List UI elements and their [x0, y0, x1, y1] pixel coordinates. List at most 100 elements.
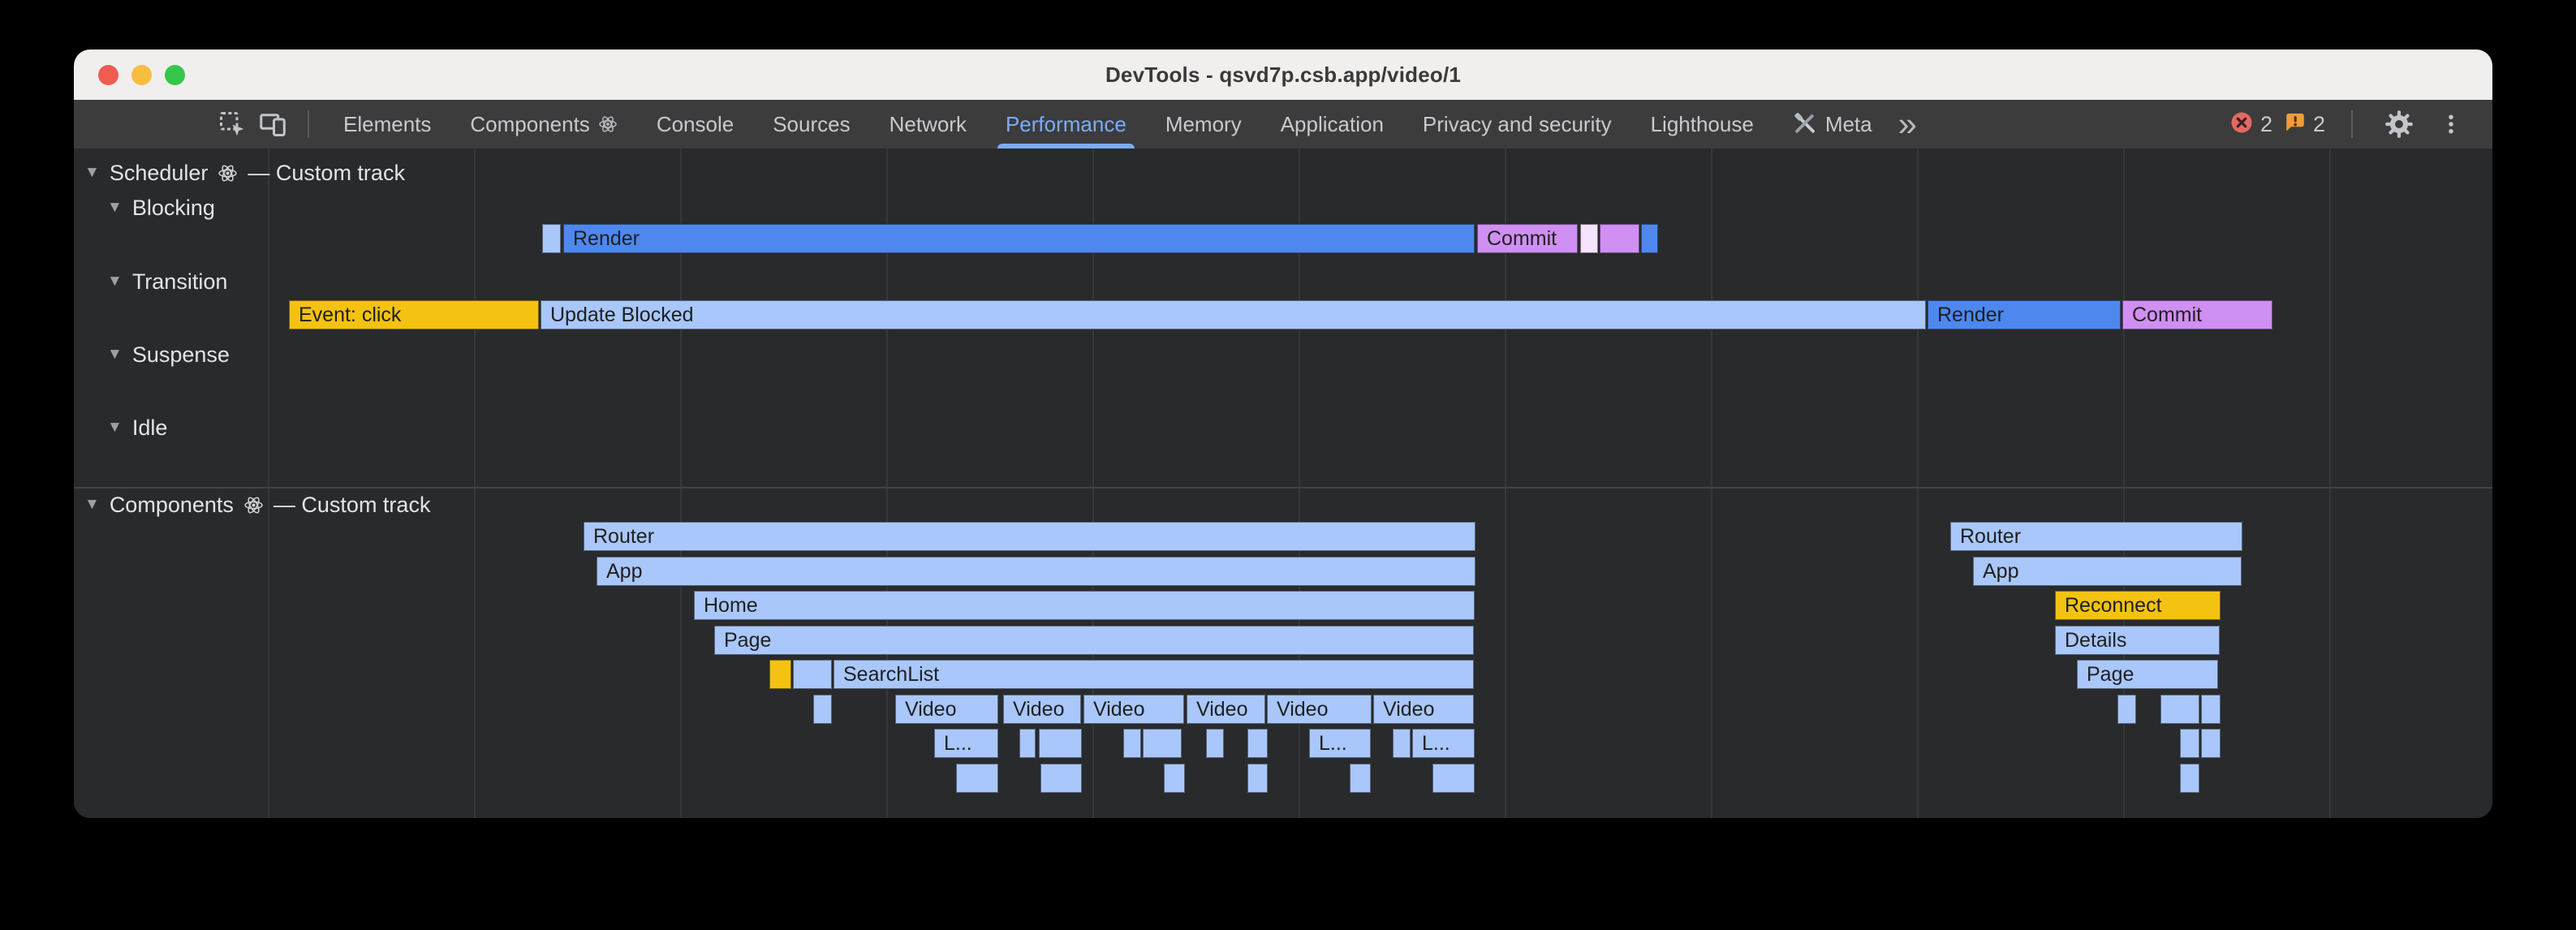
collapse-triangle-icon[interactable]: ▼ — [107, 346, 123, 364]
flame-bar[interactable] — [1164, 764, 1185, 793]
track-label-suffix: — Custom track — [274, 493, 431, 518]
more-tabs-icon[interactable]: » — [1898, 100, 1917, 149]
inspect-element-icon[interactable] — [212, 104, 252, 144]
flame-bar-label: Video — [1004, 698, 1065, 721]
flame-bar[interactable] — [1393, 729, 1411, 758]
collapse-triangle-icon[interactable]: ▼ — [107, 419, 123, 437]
gridline — [1917, 149, 1919, 818]
flame-bar[interactable] — [542, 224, 561, 253]
flame-bar-render[interactable]: Render — [1928, 300, 2121, 329]
track-row-suspense[interactable]: ▼Suspense — [107, 338, 230, 371]
flame-bar-home[interactable]: Home — [694, 591, 1475, 620]
gridline — [474, 149, 476, 818]
track-row-blocking[interactable]: ▼Blocking — [107, 192, 215, 224]
settings-gear-icon[interactable] — [2379, 104, 2419, 144]
flame-bar-searchlist[interactable]: SearchList — [834, 660, 1474, 689]
flame-bar-details[interactable]: Details — [2055, 626, 2220, 655]
tab-console[interactable]: Console — [637, 100, 753, 149]
flame-bar[interactable] — [1641, 224, 1658, 253]
tab-label: Application — [1281, 112, 1384, 137]
flame-bar[interactable] — [1350, 764, 1371, 793]
track-header-components[interactable]: ▼Components— Custom track — [84, 489, 430, 521]
flame-bar-event-click[interactable]: Event: click — [289, 300, 539, 329]
console-errors-badge[interactable]: 2 — [2229, 110, 2272, 139]
flame-bar-render[interactable]: Render — [563, 224, 1475, 253]
tab-network[interactable]: Network — [870, 100, 986, 149]
flame-bar[interactable] — [2201, 729, 2221, 758]
flame-bar[interactable] — [2160, 695, 2199, 724]
flame-bar-video[interactable]: Video — [895, 695, 998, 724]
tab-memory[interactable]: Memory — [1146, 100, 1261, 149]
tab-meta[interactable]: Meta — [1773, 100, 1892, 149]
flame-bar-label: L... — [1413, 732, 1450, 756]
flame-bar[interactable] — [1432, 764, 1475, 793]
flame-bar[interactable] — [1019, 729, 1036, 758]
collapse-triangle-icon[interactable]: ▼ — [84, 496, 100, 514]
flame-bar-l[interactable]: L... — [934, 729, 998, 758]
track-header-scheduler[interactable]: ▼Scheduler— Custom track — [84, 157, 405, 189]
flame-bar[interactable] — [793, 660, 832, 689]
collapse-triangle-icon[interactable]: ▼ — [84, 164, 100, 182]
flame-bar[interactable] — [1580, 224, 1598, 253]
flame-bar-commit[interactable]: Commit — [2122, 300, 2272, 329]
flame-bar-label: L... — [935, 732, 972, 756]
flame-bar-label: Render — [1928, 304, 2004, 327]
flame-bar-app[interactable]: App — [597, 557, 1475, 586]
flame-bar[interactable] — [1600, 224, 1639, 253]
tab-components[interactable]: Components — [450, 100, 636, 149]
track-label-text: Transition — [132, 269, 228, 295]
flame-bar[interactable] — [1143, 729, 1182, 758]
flame-bar[interactable] — [1039, 729, 1082, 758]
track-separator — [74, 487, 2492, 489]
tab-sources[interactable]: Sources — [753, 100, 869, 149]
collapse-triangle-icon[interactable]: ▼ — [107, 199, 123, 217]
tab-privacy-and-security[interactable]: Privacy and security — [1403, 100, 1631, 149]
tab-label: Sources — [773, 112, 850, 137]
flame-bar-video[interactable]: Video — [1373, 695, 1474, 724]
flame-bar-router[interactable]: Router — [1950, 522, 2242, 551]
flame-bar[interactable] — [769, 660, 791, 689]
flame-bar[interactable] — [2117, 695, 2136, 724]
flame-bar-page[interactable]: Page — [2077, 660, 2218, 689]
flame-bar[interactable] — [2180, 729, 2199, 758]
flame-bar-router[interactable]: Router — [584, 522, 1475, 551]
flame-bar-label: Video — [1374, 698, 1435, 721]
kebab-menu-icon[interactable] — [2431, 104, 2471, 144]
flame-bar[interactable] — [2201, 695, 2221, 724]
devtools-toolbar: ElementsComponentsConsoleSourcesNetworkP… — [74, 100, 2492, 149]
flame-bar-l[interactable]: L... — [1309, 729, 1371, 758]
flame-bar[interactable] — [813, 695, 832, 724]
issues-badge[interactable]: 2 — [2284, 111, 2325, 138]
flame-bar-video[interactable]: Video — [1187, 695, 1265, 724]
device-toolbar-icon[interactable] — [252, 104, 293, 144]
flame-bar-video[interactable]: Video — [1267, 695, 1372, 724]
flame-bar[interactable] — [1247, 764, 1268, 793]
flame-bar-page[interactable]: Page — [714, 626, 1474, 655]
flame-bar-video[interactable]: Video — [1003, 695, 1081, 724]
tab-application[interactable]: Application — [1261, 100, 1403, 149]
flame-bar[interactable] — [1247, 729, 1268, 758]
collapse-triangle-icon[interactable]: ▼ — [107, 273, 123, 291]
track-row-transition[interactable]: ▼ Transition — [107, 265, 227, 298]
tab-elements[interactable]: Elements — [324, 100, 450, 149]
flame-bar[interactable] — [1206, 729, 1224, 758]
tab-performance[interactable]: Performance — [986, 100, 1146, 149]
flame-bar[interactable] — [956, 764, 998, 793]
flame-bar-commit[interactable]: Commit — [1477, 224, 1578, 253]
flame-bar[interactable] — [1040, 764, 1082, 793]
close-button[interactable] — [98, 65, 118, 85]
flame-bar[interactable] — [1123, 729, 1141, 758]
flame-bar[interactable] — [2180, 764, 2199, 793]
flame-bar-video[interactable]: Video — [1083, 695, 1184, 724]
track-row-idle[interactable]: ▼Idle — [107, 411, 167, 444]
flame-bar-app[interactable]: App — [1973, 557, 2242, 586]
flame-bar-update-blocked[interactable]: Update Blocked — [541, 300, 1926, 329]
flame-bar-l[interactable]: L... — [1412, 729, 1475, 758]
zoom-button[interactable] — [165, 65, 185, 85]
flame-bar-reconnect[interactable]: Reconnect — [2055, 591, 2221, 620]
toolbar-separator — [308, 110, 309, 138]
flame-bar-label: Commit — [1478, 227, 1557, 251]
flame-bar-label: Video — [896, 698, 957, 721]
minimize-button[interactable] — [131, 65, 152, 85]
tab-lighthouse[interactable]: Lighthouse — [1631, 100, 1773, 149]
